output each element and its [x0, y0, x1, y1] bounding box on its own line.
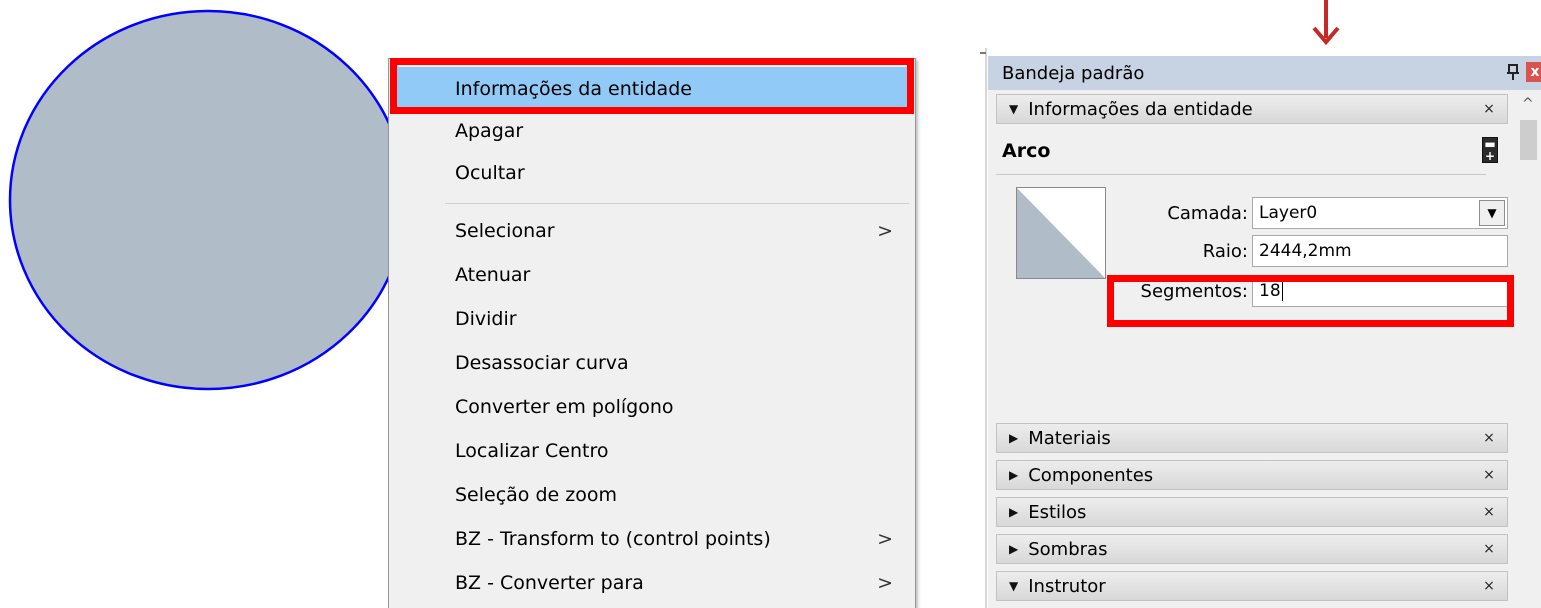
- menu-item-label: Localizar Centro: [455, 440, 609, 462]
- tray-border: [985, 48, 987, 608]
- segments-value: 18: [1259, 281, 1281, 301]
- tray-title-text: Bandeja padrão: [1002, 62, 1145, 84]
- menu-item-label: Converter em polígono: [455, 396, 674, 418]
- close-section-icon[interactable]: ×: [1481, 100, 1497, 118]
- down-arrow-icon: [1312, 0, 1340, 46]
- menu-item-divide[interactable]: Dividir: [395, 297, 909, 341]
- chevron-right-icon: >: [877, 528, 893, 550]
- layer-select[interactable]: Layer0 ▼: [1252, 197, 1508, 229]
- menu-item-label: Seleção de zoom: [455, 484, 617, 506]
- section-shadows[interactable]: ▶ Sombras ×: [996, 534, 1508, 564]
- menu-item-label: Dividir: [455, 308, 517, 330]
- collapsed-triangle-icon: ▶: [1009, 468, 1019, 482]
- chevron-right-icon: >: [877, 572, 893, 594]
- menu-item-entity-info[interactable]: Informações da entidade: [395, 67, 909, 111]
- section-styles[interactable]: ▶ Estilos ×: [996, 497, 1508, 527]
- model-canvas[interactable]: [0, 0, 400, 608]
- menu-item-label: Informações da entidade: [455, 78, 692, 100]
- radius-field[interactable]: 2444,2mm: [1252, 235, 1508, 267]
- menu-item-zoom-selection[interactable]: Seleção de zoom: [395, 473, 909, 517]
- close-section-icon[interactable]: ×: [1481, 540, 1497, 558]
- menu-item-hide[interactable]: Ocultar: [395, 151, 909, 195]
- close-section-icon[interactable]: ×: [1481, 429, 1497, 447]
- entity-info-body: Arco ▬ + Camada: Layer0 ▼ Raio: 2444,2mm …: [996, 127, 1508, 427]
- scroll-thumb[interactable]: [1520, 120, 1537, 160]
- menu-item-select[interactable]: Selecionar >: [395, 209, 909, 253]
- section-label: Instrutor: [1028, 575, 1106, 597]
- layer-label: Camada:: [1167, 203, 1248, 224]
- default-tray: Bandeja padrão x ▼ Informações da entida…: [988, 56, 1541, 608]
- close-section-icon[interactable]: ×: [1481, 503, 1497, 521]
- expanded-triangle-icon: ▼: [1009, 579, 1019, 593]
- menu-item-bz-transform[interactable]: BZ - Transform to (control points) >: [395, 517, 909, 561]
- menu-item-label: Selecionar: [455, 220, 555, 242]
- context-menu: Informações da entidade Apagar Ocultar S…: [388, 58, 916, 608]
- scroll-up-icon[interactable]: ^: [1522, 96, 1534, 112]
- tray-title: Bandeja padrão: [988, 56, 1541, 90]
- section-label: Informações da entidade: [1028, 98, 1253, 120]
- close-section-icon[interactable]: ×: [1481, 466, 1497, 484]
- menu-item-label: Atenuar: [455, 264, 531, 286]
- menu-item-explode-curve[interactable]: Desassociar curva: [395, 341, 909, 385]
- layer-value: Layer0: [1259, 203, 1318, 223]
- menu-item-label: Apagar: [455, 120, 524, 142]
- entity-type-label: Arco: [1002, 139, 1051, 162]
- segments-label: Segmentos:: [1140, 281, 1248, 302]
- menu-item-label: BZ - Transform to (control points): [455, 528, 771, 550]
- expanded-triangle-icon: ▼: [1009, 102, 1019, 116]
- text-cursor: [1281, 281, 1283, 301]
- segments-field[interactable]: 18: [1252, 275, 1508, 307]
- section-instructor[interactable]: ▼ Instrutor ×: [996, 571, 1508, 601]
- radius-label: Raio:: [1202, 241, 1248, 262]
- section-label: Sombras: [1028, 538, 1108, 560]
- section-components[interactable]: ▶ Componentes ×: [996, 460, 1508, 490]
- close-section-icon[interactable]: ×: [1481, 577, 1497, 595]
- menu-item-convert-polygon[interactable]: Converter em polígono: [395, 385, 909, 429]
- section-label: Componentes: [1028, 464, 1154, 486]
- collapsed-triangle-icon: ▶: [1009, 542, 1019, 556]
- expand-details-icon[interactable]: ▬ +: [1482, 137, 1498, 163]
- collapsed-triangle-icon: ▶: [1009, 431, 1019, 445]
- menu-item-label: BZ - Converter para: [455, 572, 644, 594]
- tray-scrollbar[interactable]: ^: [1516, 90, 1541, 608]
- chevron-right-icon: >: [877, 220, 893, 242]
- material-swatch[interactable]: [1016, 187, 1106, 279]
- selected-arc-shape[interactable]: [0, 0, 400, 608]
- section-label: Estilos: [1028, 501, 1087, 523]
- menu-item-erase[interactable]: Apagar: [395, 109, 909, 153]
- radius-value: 2444,2mm: [1259, 241, 1352, 261]
- close-icon[interactable]: x: [1526, 62, 1541, 82]
- section-entity-info[interactable]: ▼ Informações da entidade ×: [996, 94, 1508, 124]
- menu-item-soften[interactable]: Atenuar: [395, 253, 909, 297]
- menu-item-find-center[interactable]: Localizar Centro: [395, 429, 909, 473]
- menu-item-bz-convert[interactable]: BZ - Converter para >: [395, 561, 909, 605]
- menu-separator: [445, 203, 909, 204]
- menu-item-label: Desassociar curva: [455, 352, 629, 374]
- pin-icon[interactable]: [1506, 62, 1520, 82]
- section-materials[interactable]: ▶ Materiais ×: [996, 423, 1508, 453]
- close-glyph: x: [1530, 64, 1540, 80]
- tray-edge-mark: [980, 52, 986, 54]
- collapsed-triangle-icon: ▶: [1009, 505, 1019, 519]
- entity-type: Arco: [996, 127, 1486, 175]
- dropdown-arrow-icon[interactable]: ▼: [1479, 200, 1505, 226]
- menu-item-label: Ocultar: [455, 162, 525, 184]
- section-label: Materiais: [1028, 427, 1111, 449]
